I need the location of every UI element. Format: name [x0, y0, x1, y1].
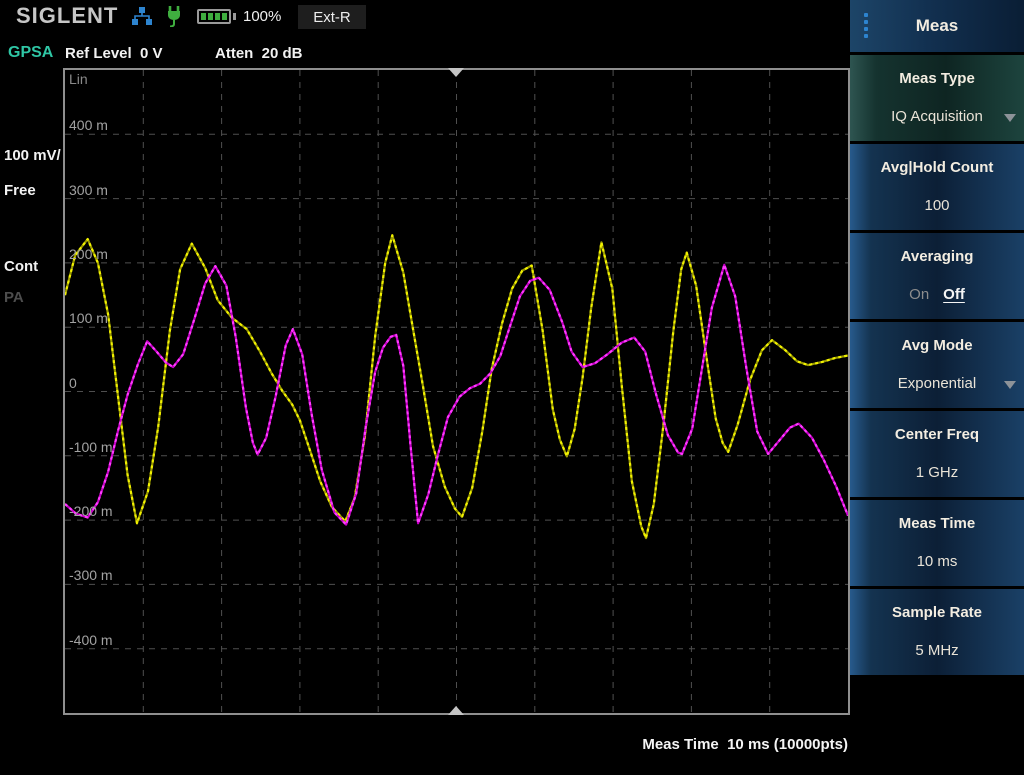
network-icon	[131, 7, 153, 32]
toggle-option-off[interactable]: Off	[943, 286, 965, 303]
siglent-logo: SIGLENT	[16, 3, 118, 29]
softkey-value: Exponential	[898, 375, 976, 392]
softkey-meas-type[interactable]: Meas Type IQ Acquisition	[850, 55, 1024, 141]
preamp-label: PA	[4, 289, 24, 306]
toggle-option-on[interactable]: On	[909, 286, 929, 303]
softkey-label: Center Freq	[850, 426, 1024, 443]
softkey-value: 10 ms	[917, 553, 958, 570]
power-plug-icon	[164, 5, 184, 32]
waveform-chart	[65, 70, 848, 713]
softkey-menu: Meas Meas Type IQ Acquisition Avg|Hold Cou…	[850, 0, 1024, 775]
battery-icon	[197, 9, 231, 24]
battery-tip-icon	[233, 13, 236, 20]
mode-badge: GPSA	[8, 44, 53, 62]
softkey-label: Meas Time	[850, 515, 1024, 532]
scale-per-div-label: 100 mV/	[4, 147, 61, 164]
dropdown-arrow-icon[interactable]	[1004, 114, 1016, 122]
softkey-meas-time[interactable]: Meas Time 10 ms	[850, 500, 1024, 586]
softkey-value: IQ Acquisition	[891, 108, 983, 125]
menu-title: Meas	[916, 16, 959, 36]
top-center-marker-icon	[448, 68, 464, 77]
softkey-value: 5 MHz	[915, 642, 958, 659]
softkey-label: Sample Rate	[850, 604, 1024, 621]
dropdown-arrow-icon[interactable]	[1004, 381, 1016, 389]
softkey-label: Avg|Hold Count	[850, 159, 1024, 176]
softkey-sample-rate[interactable]: Sample Rate 5 MHz	[850, 589, 1024, 675]
softkey-averaging[interactable]: Averaging On Off	[850, 233, 1024, 319]
atten-readout[interactable]: Atten 20 dB	[215, 45, 303, 62]
menu-dots-icon	[864, 13, 869, 38]
softkey-avg-mode[interactable]: Avg Mode Exponential	[850, 322, 1024, 408]
waveform-plot: Lin 400 m300 m200 m100 m0-100 m-200 m-30…	[63, 68, 850, 715]
softkey-label: Avg Mode	[850, 337, 1024, 354]
softkey-value: 100	[924, 197, 949, 214]
sidebar-buttons: Meas Type IQ Acquisition Avg|Hold Count 100…	[850, 55, 1024, 675]
bottom-center-marker-icon	[448, 706, 464, 715]
softkey-value: 1 GHz	[916, 464, 959, 481]
softkey-label: Averaging	[850, 248, 1024, 265]
softkey-avg-hold-count[interactable]: Avg|Hold Count 100	[850, 144, 1024, 230]
trigger-label: Free	[4, 182, 36, 199]
menu-header[interactable]: Meas	[850, 0, 1024, 52]
ref-level-readout[interactable]: Ref Level 0 V	[65, 45, 163, 62]
softkey-center-freq[interactable]: Center Freq 1 GHz	[850, 411, 1024, 497]
softkey-label: Meas Type	[850, 70, 1024, 87]
sweep-mode-label: Cont	[4, 258, 38, 275]
meas-time-note: Meas Time 10 ms (10000pts)	[642, 736, 848, 753]
ext-ref-badge: Ext-R	[298, 5, 366, 29]
battery-percent: 100%	[243, 8, 281, 25]
